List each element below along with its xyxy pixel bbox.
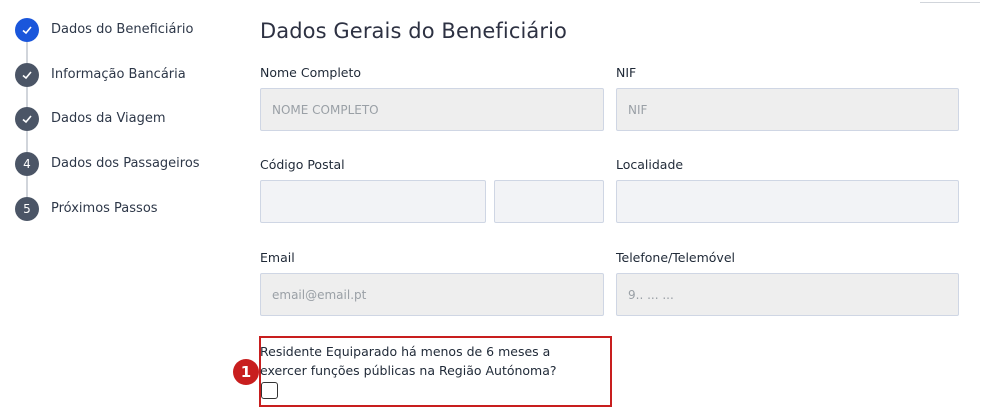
nif-input[interactable]: NIF [616, 88, 959, 131]
email-input[interactable]: email@email.pt [260, 273, 604, 316]
step-label: Informação Bancária [51, 66, 186, 82]
step-number: 5 [15, 196, 39, 221]
step-informacao-bancaria[interactable]: Informação Bancária [15, 62, 215, 108]
page-title: Dados Gerais do Beneficiário [260, 19, 567, 43]
top-right-divider [920, 0, 980, 3]
step-label: Dados dos Passageiros [51, 156, 200, 172]
codigo-postal-input-2[interactable] [494, 180, 604, 223]
codigo-postal-input-1[interactable] [260, 180, 486, 223]
step-connector [26, 42, 28, 63]
step-number: 4 [15, 152, 39, 177]
check-icon [15, 62, 39, 87]
step-label: Dados do Beneficiário [51, 22, 194, 37]
step-connector [26, 131, 28, 153]
annotation-badge: 1 [233, 359, 259, 385]
step-dados-beneficiario[interactable]: Dados do Beneficiário [15, 18, 215, 63]
progress-stepper: Dados do Beneficiário Informação Bancári… [15, 18, 215, 241]
telefone-label: Telefone/Telemóvel [616, 250, 735, 265]
step-label: Dados da Viagem [51, 111, 166, 127]
nome-completo-input[interactable]: NOME COMPLETO [260, 88, 604, 131]
localidade-label: Localidade [616, 157, 684, 172]
telefone-input[interactable]: 9.. ... ... [616, 273, 959, 316]
step-label: Próximos Passos [51, 200, 158, 216]
step-dados-viagem[interactable]: Dados da Viagem [15, 107, 215, 153]
residente-checkbox[interactable] [261, 382, 278, 399]
step-dados-passageiros[interactable]: 4 Dados dos Passageiros [15, 152, 215, 198]
check-icon [15, 107, 39, 132]
step-proximos-passos[interactable]: 5 Próximos Passos [15, 196, 215, 242]
step-connector [26, 86, 28, 108]
check-icon [15, 18, 39, 42]
residente-question: Residente Equiparado há menos de 6 meses… [260, 344, 557, 378]
email-label: Email [260, 250, 295, 265]
codigo-postal-label: Código Postal [260, 157, 345, 172]
nif-label: NIF [616, 65, 637, 80]
localidade-input[interactable] [616, 180, 959, 223]
nome-label: Nome Completo [260, 65, 362, 80]
step-connector [26, 176, 28, 198]
